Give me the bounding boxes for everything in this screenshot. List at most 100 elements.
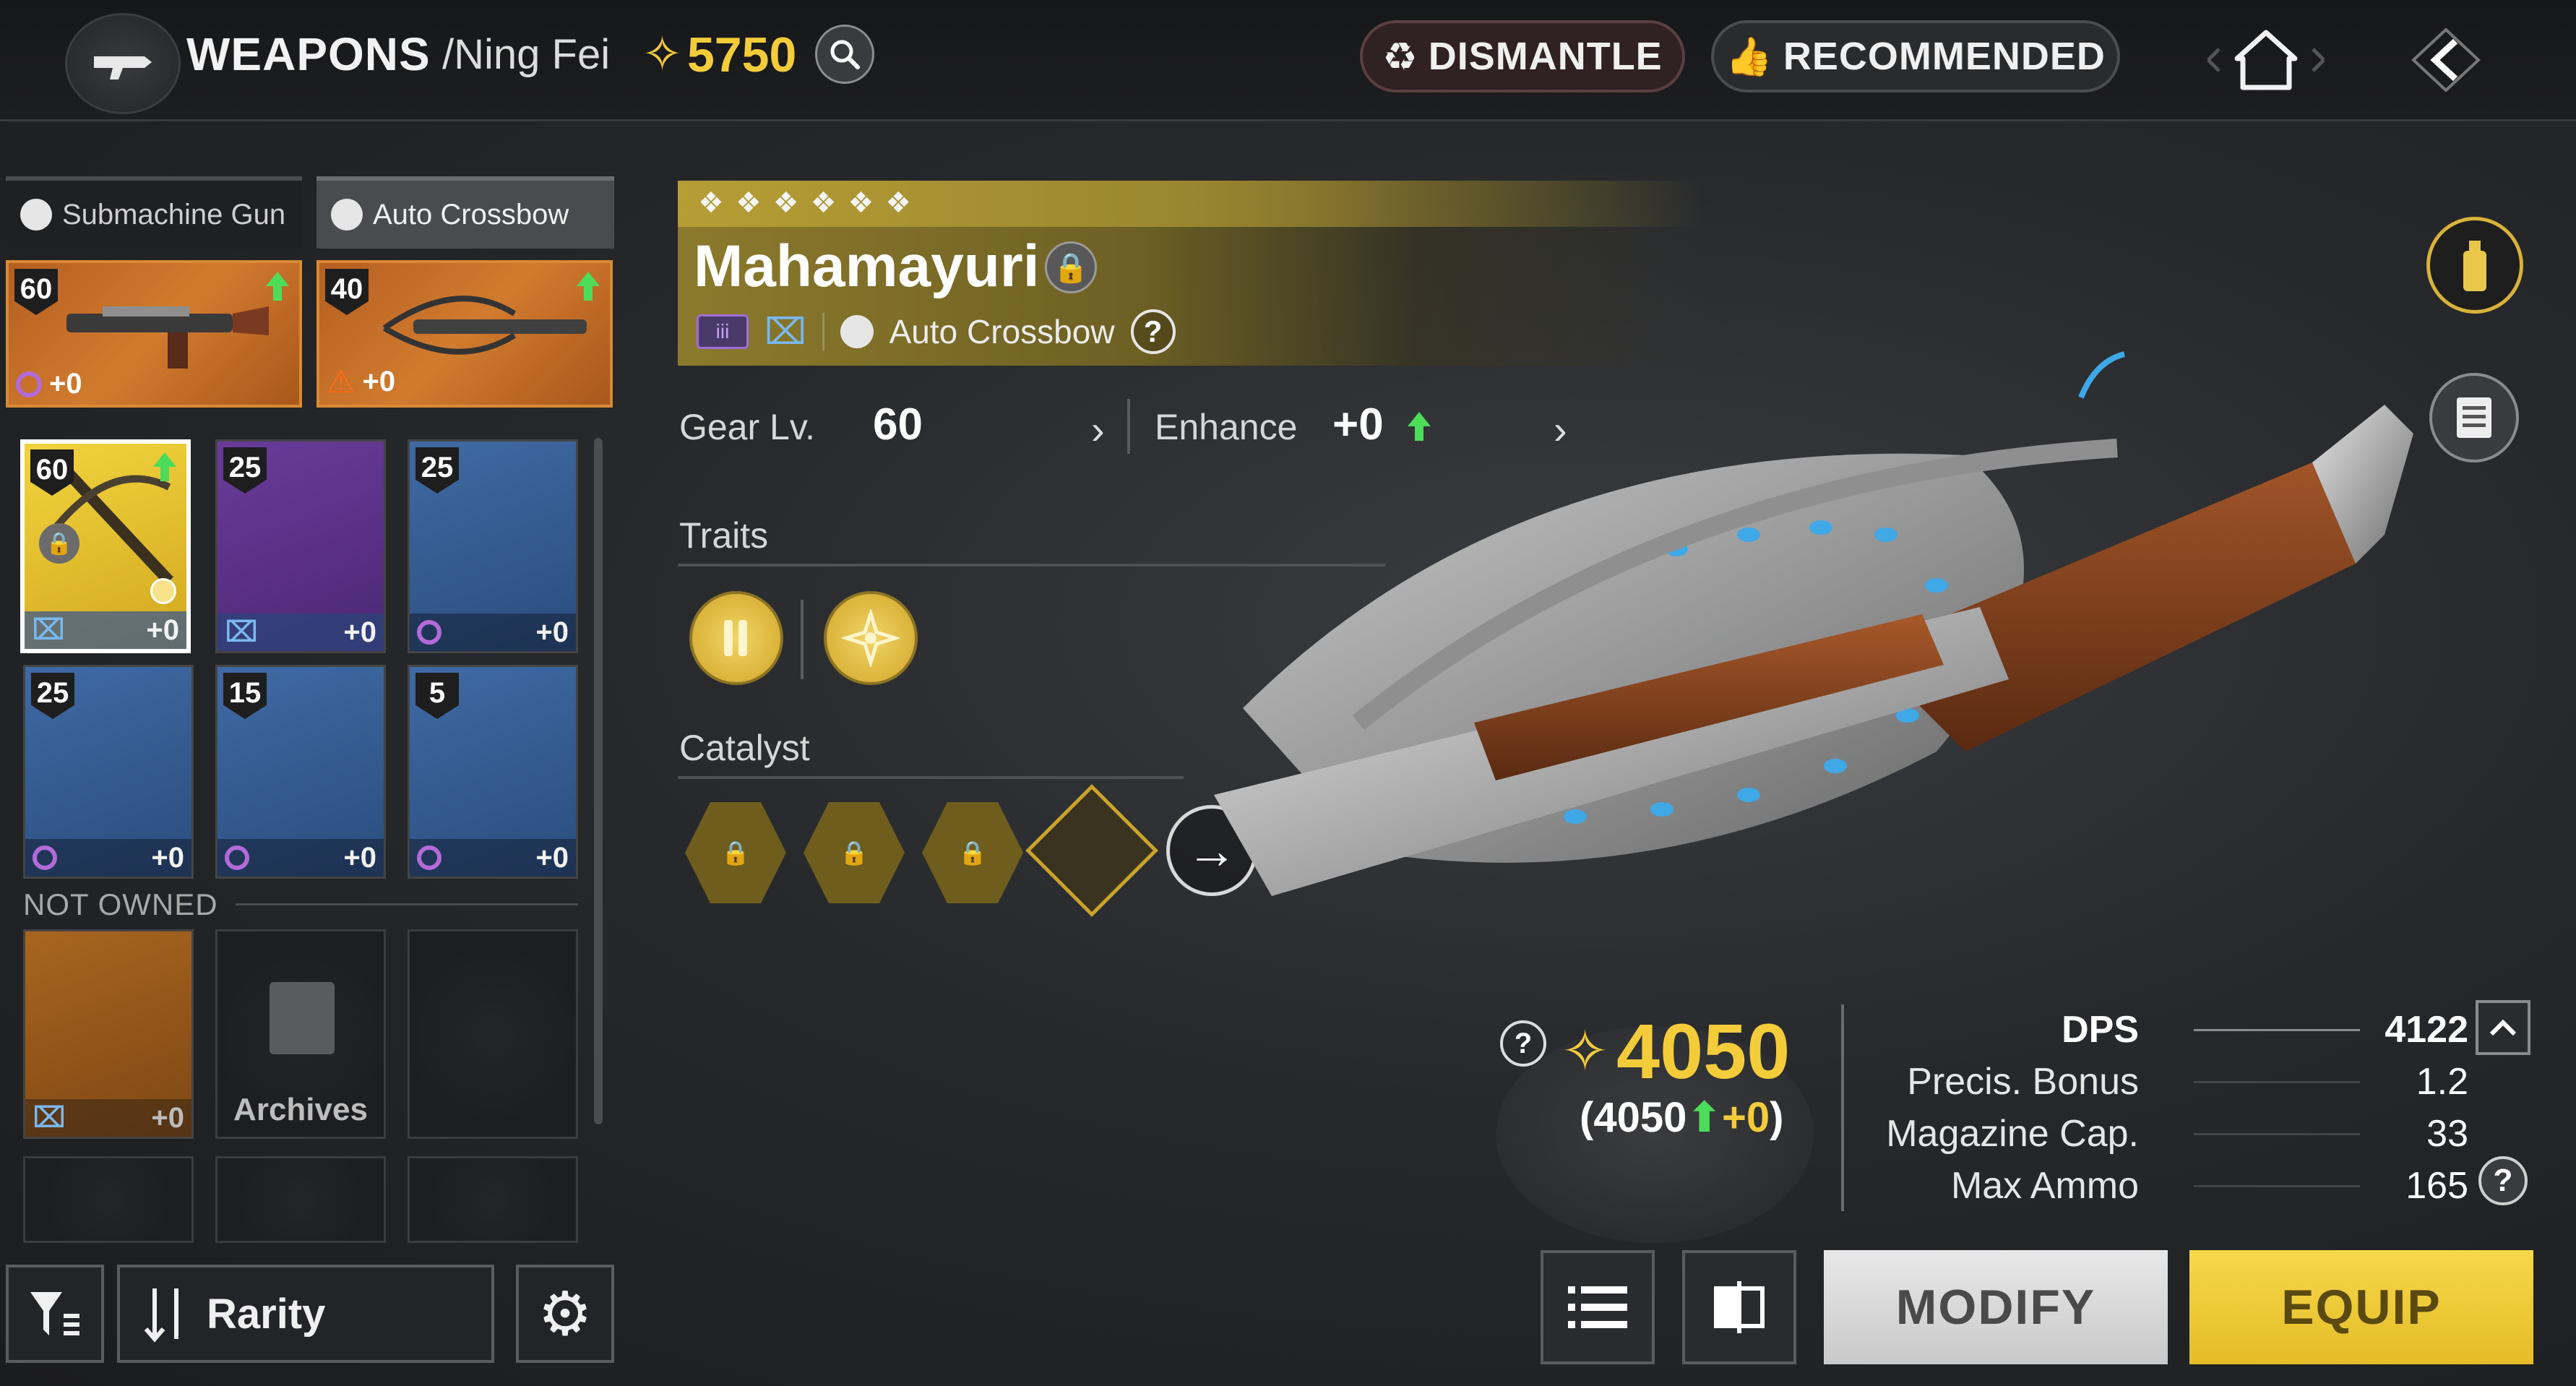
empty-slot [408, 1156, 578, 1243]
energy-element-icon [417, 845, 441, 870]
level-badge: 60 [14, 269, 58, 315]
home-button[interactable] [2194, 20, 2338, 100]
not-owned-label: NOT OWNED [23, 887, 218, 921]
weapon-card[interactable]: 5 +0 [408, 665, 578, 879]
catalyst-slot-locked[interactable]: 🔒 [922, 802, 1023, 903]
power-breakdown: (4050⬆+0) [1580, 1094, 1784, 1141]
sort-button[interactable]: Rarity [117, 1265, 494, 1363]
weapon-card[interactable]: 25 +0 [23, 665, 194, 879]
catalyst-slot-locked[interactable]: 🔒 [804, 802, 905, 903]
back-button[interactable] [2377, 20, 2515, 100]
catalyst-label: Catalyst [679, 728, 810, 768]
search-icon [830, 40, 860, 69]
lock-button[interactable]: 🔒 [1045, 241, 1097, 293]
star-badge-icon [150, 578, 176, 604]
currency-amount: 5750 [686, 27, 797, 82]
weapon-subline: iii ⌧ Auto Crossbow ? [697, 309, 1176, 354]
stat-row-precision-bonus: Precis. Bonus 1.2 [1907, 1061, 2468, 1103]
equipped-auto-crossbow-card[interactable]: 40 ⚠ +0 [316, 260, 613, 408]
divider [801, 600, 804, 679]
crossbow-image [25, 931, 191, 1099]
currency-icon: ✧ [642, 27, 683, 82]
catalyst-slot-locked[interactable]: 🔒 [685, 802, 786, 903]
stats-help-button[interactable]: ? [2478, 1156, 2528, 1205]
canister-icon [2463, 241, 2486, 291]
energy-element-icon [16, 371, 42, 397]
stat-bar [2194, 1132, 2360, 1135]
weapon-card-selected[interactable]: 60 🔒 ⌧ +0 [20, 439, 191, 653]
compare-button[interactable] [1682, 1250, 1796, 1364]
chevron-up-icon [2489, 1019, 2517, 1036]
perk-star-icon [842, 609, 900, 667]
home-icon [2207, 30, 2325, 90]
stat-bar [2194, 1184, 2360, 1187]
weapon-card[interactable]: 25 ⌧ +0 [215, 439, 386, 653]
energy-element-icon [33, 845, 57, 870]
list-view-button[interactable] [1541, 1250, 1655, 1364]
inventory-scrollbar[interactable] [594, 438, 603, 1124]
equip-button[interactable]: EQUIP [2189, 1250, 2533, 1364]
tab-submachine-gun[interactable]: Submachine Gun [6, 176, 302, 249]
empty-slot [215, 1156, 386, 1243]
level-badge: 40 [325, 269, 369, 315]
power-up-icon: ⬆ [1687, 1094, 1722, 1141]
search-button[interactable] [815, 25, 874, 84]
empty-slot [23, 1156, 194, 1243]
collapse-stats-button[interactable] [2476, 1000, 2530, 1055]
equipped-submachine-gun-card[interactable]: 60 +0 [6, 260, 302, 408]
gear-level-value: 60 [873, 400, 923, 449]
crossbow-type-icon: ⌧ [225, 616, 259, 648]
power-icon: ✧ [1561, 1019, 1610, 1083]
weapon-type-icon [20, 199, 52, 231]
thumbs-up-icon: 👍 [1726, 35, 1773, 78]
stat-bar [2194, 1080, 2360, 1083]
stat-row-dps: DPS 4122 [2062, 1009, 2468, 1051]
currency-display: ✧ 5750 [642, 26, 796, 83]
upgrade-arrow-icon [153, 452, 176, 481]
weapon-type-icon [840, 315, 874, 348]
divider [236, 903, 578, 905]
settings-button[interactable]: ⚙ [516, 1265, 614, 1363]
energy-element-icon [225, 845, 249, 870]
weapon-card[interactable]: 25 +0 [408, 439, 578, 653]
recycle-icon: ♻ [1382, 35, 1418, 79]
filter-icon [30, 1292, 79, 1335]
filter-button[interactable] [6, 1265, 104, 1363]
rarity-diamonds: ❖ ❖ ❖ ❖ ❖ ❖ [698, 187, 912, 219]
weapon-type-label: Auto Crossbow [889, 313, 1115, 350]
archives-slot[interactable]: Archives [215, 929, 386, 1139]
empty-slot [408, 929, 578, 1139]
gear-level-label: Gear Lv. [679, 407, 816, 447]
lock-icon: 🔒 [721, 840, 750, 866]
lock-icon: 🔒 [840, 840, 869, 866]
mod-canister-button[interactable] [2426, 217, 2523, 314]
traits-label: Traits [679, 515, 769, 556]
character-name: /Ning Fei [442, 31, 611, 78]
tab-auto-crossbow[interactable]: Auto Crossbow [316, 176, 614, 249]
archives-label: Archives [233, 1092, 368, 1127]
power-rating: ✧ 4050 [1561, 1007, 1791, 1095]
sort-icon [144, 1288, 178, 1343]
divider [1841, 1004, 1844, 1211]
recommended-button[interactable]: 👍 RECOMMENDED [1711, 20, 2120, 92]
weapon-card-not-owned[interactable]: ⌧ +0 [23, 929, 194, 1139]
trait-ammo-slot[interactable] [689, 591, 783, 685]
divider [678, 776, 1184, 779]
lock-icon: 🔒 [39, 523, 79, 564]
lore-button[interactable] [2429, 373, 2519, 462]
crossbow-image [382, 296, 587, 355]
ammo-icon [724, 620, 747, 656]
crossbow-type-icon: ⌧ [32, 614, 66, 646]
rarity-tag-icon: iii [697, 314, 749, 349]
catalyst-pattern-slot[interactable] [1025, 784, 1158, 917]
submachine-gun-image [66, 306, 269, 369]
trait-perk-slot[interactable] [824, 591, 918, 685]
dismantle-button[interactable]: ♻ DISMANTLE [1360, 20, 1685, 92]
weapons-emblem-icon [65, 13, 181, 114]
back-chevron-icon [2411, 27, 2481, 92]
weapon-card[interactable]: 15 +0 [215, 665, 386, 879]
gear-level-chevron-icon[interactable]: › [1091, 406, 1105, 453]
page-title: WEAPONS [186, 28, 431, 80]
lock-icon: 🔒 [958, 840, 987, 866]
modify-button[interactable]: MODIFY [1824, 1250, 2168, 1364]
